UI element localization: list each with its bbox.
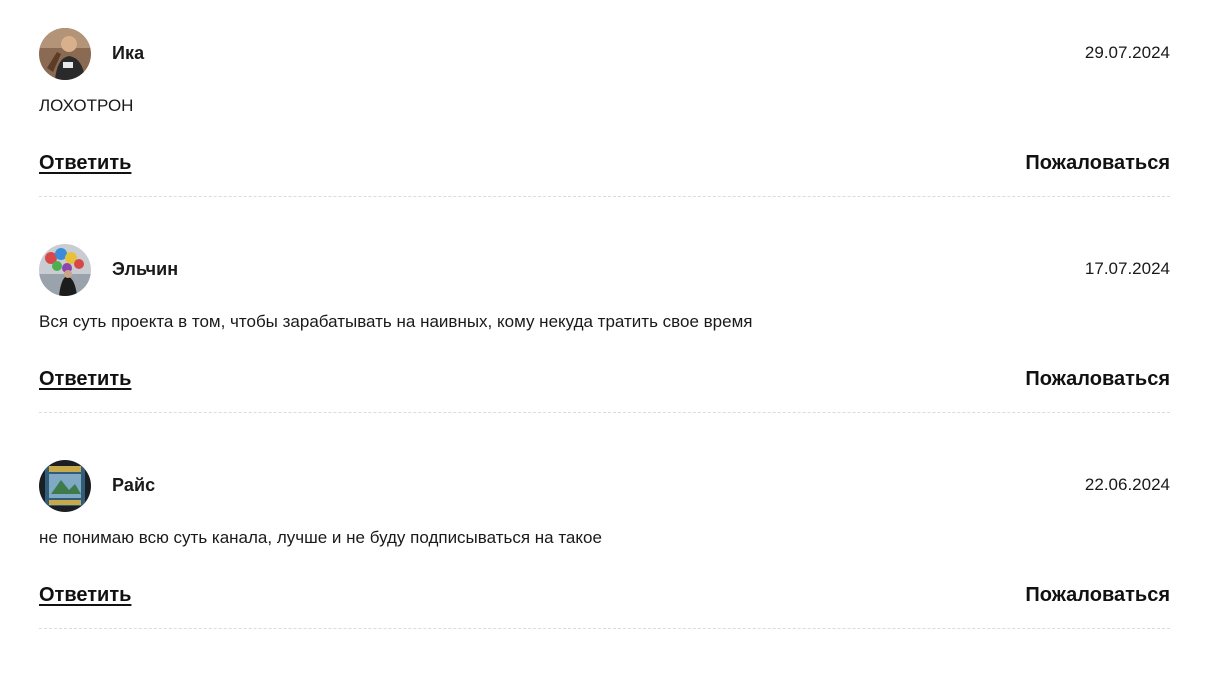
author-name[interactable]: Райс — [112, 475, 155, 496]
reply-link[interactable]: Ответить — [39, 152, 131, 175]
author-name[interactable]: Ика — [112, 43, 144, 64]
reply-link[interactable]: Ответить — [39, 584, 131, 607]
comments-list: Ика 29.07.2024 ЛОХОТРОН Ответить Пожалов… — [0, 0, 1231, 651]
comment-header: Эльчин 17.07.2024 — [39, 244, 1170, 296]
comment-text: Вся суть проекта в том, чтобы зарабатыва… — [39, 312, 753, 331]
avatar[interactable] — [39, 244, 91, 296]
report-link[interactable]: Пожаловаться — [1025, 152, 1170, 175]
comment-text: не понимаю всю суть канала, лучше и не б… — [39, 528, 602, 547]
comment-item: Эльчин 17.07.2024 Вся суть проекта в том… — [39, 244, 1170, 460]
comment-item: Ика 29.07.2024 ЛОХОТРОН Ответить Пожалов… — [39, 28, 1170, 244]
comment-date: 22.06.2024 — [1084, 475, 1170, 494]
reply-link[interactable]: Ответить — [39, 368, 131, 391]
comment-date: 29.07.2024 — [1084, 43, 1170, 62]
comment-header: Райс 22.06.2024 — [39, 460, 1170, 512]
comment-header: Ика 29.07.2024 — [39, 28, 1170, 80]
author-name[interactable]: Эльчин — [112, 259, 178, 280]
comment-date: 17.07.2024 — [1084, 259, 1170, 278]
report-link[interactable]: Пожаловаться — [1025, 368, 1170, 391]
comment-item: Райс 22.06.2024 не понимаю всю суть кана… — [39, 460, 1170, 676]
report-link[interactable]: Пожаловаться — [1025, 584, 1170, 607]
avatar[interactable] — [39, 460, 91, 512]
avatar[interactable] — [39, 28, 91, 80]
comment-divider — [39, 196, 1170, 197]
comment-text: ЛОХОТРОН — [39, 96, 134, 115]
comment-divider — [39, 412, 1170, 413]
comment-divider — [39, 628, 1170, 629]
